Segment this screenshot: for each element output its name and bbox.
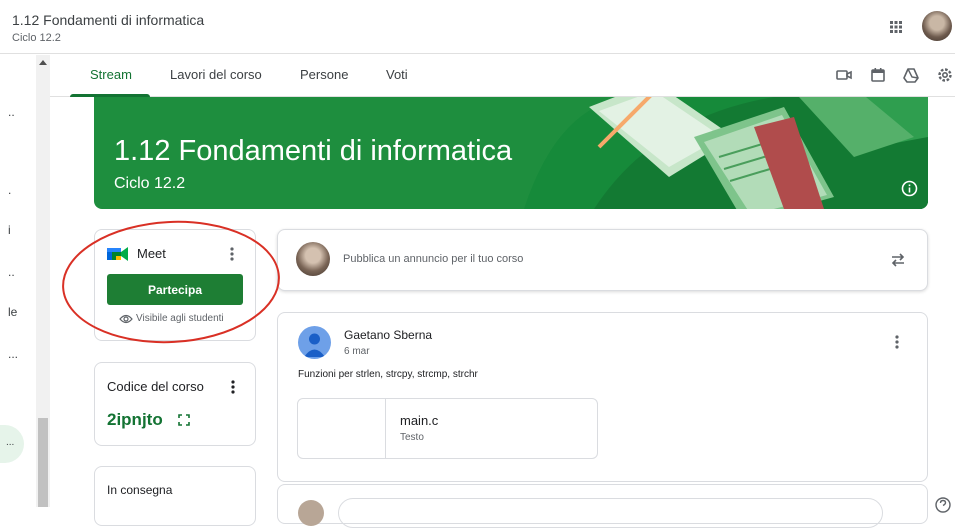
tab-voti[interactable]: Voti	[386, 67, 408, 82]
announce-avatar	[296, 242, 330, 276]
info-icon[interactable]	[901, 180, 918, 197]
nav-item[interactable]: ..	[8, 265, 15, 279]
person-icon	[304, 333, 325, 357]
google-meet-icon	[107, 247, 128, 261]
user-avatar[interactable]	[922, 11, 952, 41]
help-icon[interactable]	[934, 496, 952, 514]
drive-icon[interactable]	[902, 66, 920, 84]
video-camera-icon[interactable]	[835, 66, 853, 84]
nav-bubble-label: ...	[6, 437, 15, 448]
nav-item[interactable]: le	[8, 305, 17, 319]
scroll-up-icon[interactable]	[39, 60, 47, 65]
settings-gear-icon[interactable]	[936, 66, 954, 84]
pending-label: In consegna	[107, 483, 173, 497]
comment-avatar	[298, 500, 324, 526]
post-author-avatar	[298, 326, 331, 359]
attachment-type: Testo	[400, 432, 424, 443]
course-title[interactable]: 1.12 Fondamenti di informatica	[12, 12, 204, 28]
course-code-card	[94, 362, 256, 446]
more-vert-icon[interactable]	[231, 380, 235, 394]
nav-item[interactable]: i	[8, 223, 11, 237]
attachment-card[interactable]: main.c Testo	[297, 398, 598, 459]
banner-subtitle: Ciclo 12.2	[114, 175, 186, 192]
post-date: 6 mar	[344, 346, 370, 357]
tab-lavori-del-corso[interactable]: Lavori del corso	[170, 67, 262, 82]
nav-item[interactable]: ...	[8, 347, 18, 361]
attachment-thumbnail	[298, 399, 386, 458]
meet-visibility: Visibile agli studenti	[136, 313, 224, 324]
course-code-label: Codice del corso	[107, 379, 204, 394]
eye-icon	[119, 314, 133, 324]
post-author: Gaetano Sberna	[344, 328, 433, 342]
post-text: Funzioni per strlen, strcpy, strcmp, str…	[298, 369, 478, 380]
join-meet-button[interactable]: Partecipa	[107, 274, 243, 305]
scrollbar-thumb[interactable]	[38, 418, 48, 507]
course-banner: 1.12 Fondamenti di informatica Ciclo 12.…	[94, 97, 928, 209]
top-bar: 1.12 Fondamenti di informatica Ciclo 12.…	[0, 0, 955, 54]
course-subtitle: Ciclo 12.2	[12, 32, 61, 44]
banner-title: 1.12 Fondamenti di informatica	[114, 135, 513, 167]
announce-input[interactable]: Pubblica un annuncio per il tuo corso	[343, 253, 523, 265]
nav-item[interactable]: ..	[8, 105, 15, 119]
calendar-icon[interactable]	[869, 66, 887, 84]
course-code-value: 2ipnjto	[107, 410, 163, 429]
tab-stream[interactable]: Stream	[90, 67, 132, 82]
repost-icon[interactable]	[889, 251, 907, 269]
more-vert-icon[interactable]	[895, 335, 899, 349]
comment-input[interactable]	[338, 498, 883, 528]
fullscreen-icon[interactable]	[178, 414, 190, 426]
nav-item[interactable]: .	[8, 183, 11, 197]
more-vert-icon[interactable]	[230, 247, 234, 261]
meet-title: Meet	[137, 246, 166, 261]
apps-grid-icon[interactable]	[888, 19, 904, 35]
tab-persone[interactable]: Persone	[300, 67, 348, 82]
attachment-name: main.c	[400, 413, 439, 428]
